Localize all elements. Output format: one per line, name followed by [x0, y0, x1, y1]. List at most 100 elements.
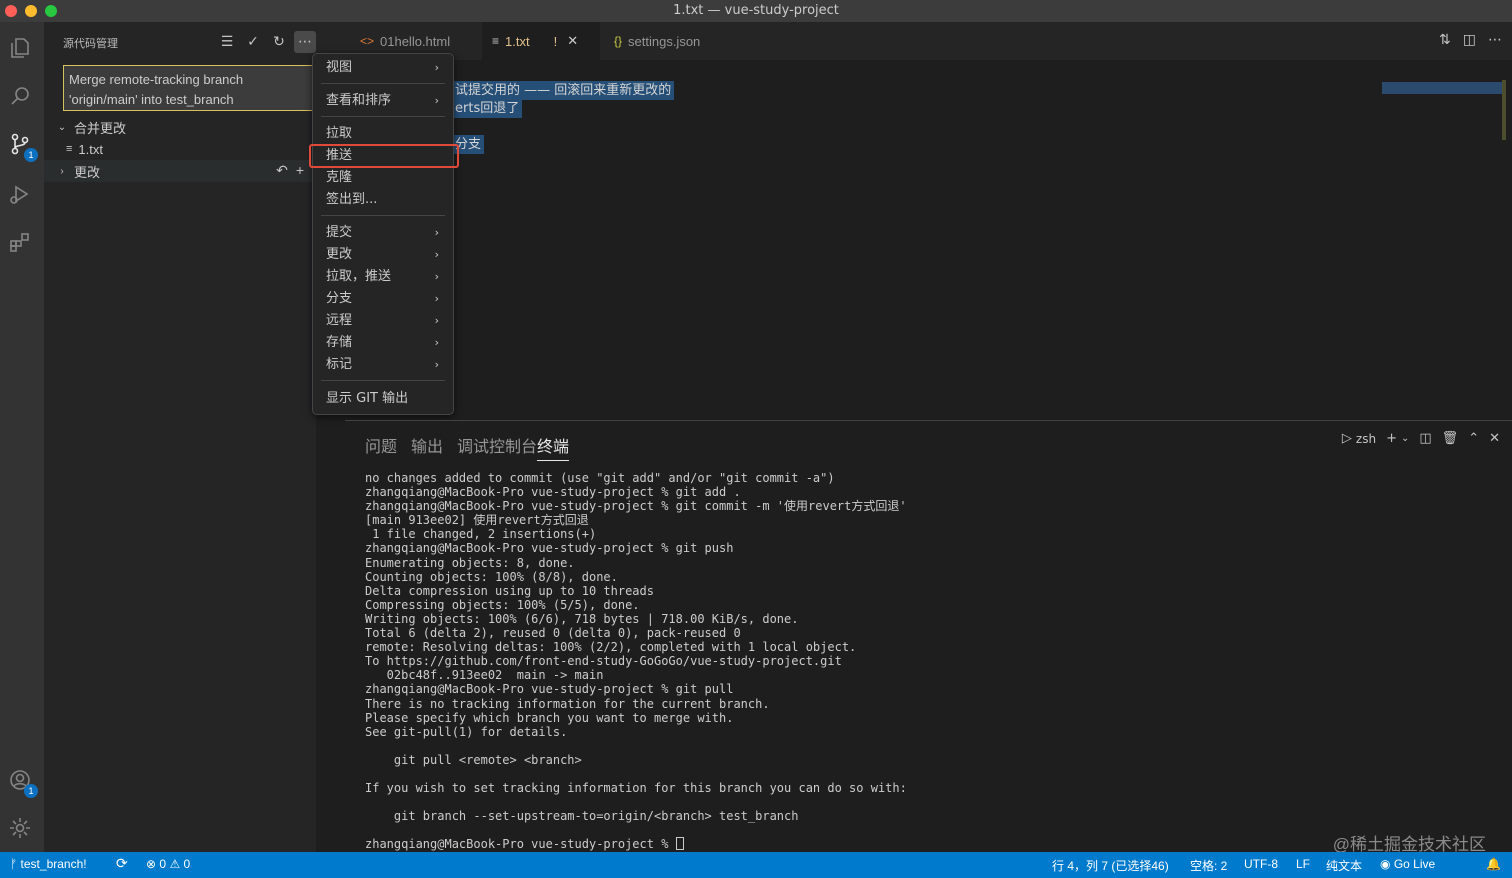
submenu-chevron-icon: › [434, 61, 439, 74]
menu-item-label: 查看和排序 [326, 93, 392, 108]
discard-changes-icon[interactable]: ↶ [276, 162, 288, 179]
new-terminal-icon[interactable]: + [1386, 431, 1397, 446]
tab-1-txt[interactable]: ≡ 1.txt ! ✕ [482, 22, 600, 60]
menu-item-branch[interactable]: 分支 › [313, 288, 453, 310]
terminal-line: Please specify which branch you want to … [365, 710, 734, 725]
changes-label: 更改 [74, 164, 101, 180]
minimap[interactable] [1382, 82, 1502, 94]
account-badge: 1 [24, 784, 38, 798]
encoding[interactable]: UTF-8 [1244, 857, 1278, 871]
terminal-line: 02bc48f..913ee02 main -> main [365, 668, 604, 683]
sync-icon[interactable]: ⟳ [116, 855, 128, 872]
menu-item-checkout[interactable]: 签出到... [313, 189, 453, 211]
menu-separator [321, 380, 445, 381]
settings-gear-icon[interactable] [6, 814, 34, 842]
terminal-line: remote: Resolving deltas: 100% (2/2), co… [365, 640, 857, 655]
broadcast-icon: ◉ [1380, 857, 1391, 871]
menu-item-show-git-output[interactable]: 显示 GIT 输出 [313, 388, 453, 410]
close-panel-icon[interactable]: ✕ [1489, 431, 1500, 446]
menu-item-label: 远程 [326, 313, 353, 328]
more-actions-icon[interactable]: ⋯ [1488, 32, 1502, 48]
account-icon[interactable]: 1 [6, 766, 38, 798]
merge-changes-label: 合并更改 [74, 120, 127, 136]
commit-message-input[interactable]: Merge remote-tracking branch 'origin/mai… [63, 65, 316, 111]
editor-area[interactable]: 试提交用的 —— 回滚回来重新更改的 erts回退了 分支 [316, 60, 1512, 420]
menu-item-view[interactable]: 视图 › [313, 57, 453, 79]
changes-actions: ↶ + [276, 162, 304, 179]
submenu-chevron-icon: › [434, 94, 439, 107]
tab-modified-indicator: ! [553, 33, 558, 49]
tab-problems[interactable]: 问题 [365, 433, 397, 457]
menu-item-push[interactable]: 推送 [309, 144, 459, 168]
open-changes-icon[interactable]: ⇅ [1439, 32, 1451, 48]
menu-item-changes[interactable]: 更改 › [313, 244, 453, 266]
menu-item-remote[interactable]: 远程 › [313, 310, 453, 332]
panel-actions: ▷ zsh + ⌄ ◫ 🗑 ⌃ ✕ [1342, 431, 1500, 446]
indentation[interactable]: 空格: 2 [1190, 857, 1227, 874]
menu-item-label: 显示 GIT 输出 [326, 391, 409, 406]
line-ending[interactable]: LF [1296, 857, 1310, 871]
menu-item-pull[interactable]: 拉取 [313, 123, 453, 145]
html-icon: <> [360, 34, 375, 48]
stage-all-icon[interactable]: + [296, 162, 304, 179]
search-icon[interactable] [6, 82, 34, 110]
close-icon[interactable]: ✕ [567, 33, 578, 49]
menu-item-label: 标记 [326, 357, 353, 372]
terminal-line: Enumerating objects: 8, done. [365, 555, 575, 570]
more-actions-icon[interactable]: ⋯ [294, 31, 316, 53]
tab-debug-console[interactable]: 调试控制台 [457, 433, 537, 457]
language-mode[interactable]: 纯文本 [1326, 857, 1362, 874]
chevron-down-icon[interactable]: ⌄ [1401, 433, 1409, 444]
menu-item-tags[interactable]: 标记 › [313, 354, 453, 376]
error-icon: ⊗ [146, 857, 157, 871]
title-bar: 1.txt — vue-study-project [0, 0, 1512, 22]
commit-check-icon[interactable]: ✓ [242, 31, 264, 53]
scrollbar[interactable] [1502, 80, 1506, 140]
menu-item-stash[interactable]: 存储 › [313, 332, 453, 354]
go-live-button[interactable]: ◉ Go Live [1380, 857, 1435, 871]
terminal-line: Compressing objects: 100% (5/5), done. [365, 597, 640, 612]
refresh-icon[interactable]: ↻ [268, 31, 290, 53]
activity-bar: 1 1 [0, 22, 44, 852]
menu-item-view-sort[interactable]: 查看和排序 › [313, 90, 453, 112]
sidebar-title: 源代码管理 [63, 37, 118, 50]
split-editor-icon[interactable]: ◫ [1463, 32, 1476, 48]
shell-name[interactable]: zsh [1356, 432, 1376, 446]
merge-changes-group[interactable]: ⌄ 合并更改 [44, 116, 316, 138]
split-terminal-icon[interactable]: ◫ [1419, 431, 1431, 446]
run-debug-icon[interactable] [6, 180, 34, 208]
chevron-down-icon: ⌄ [57, 121, 67, 133]
tab-label: settings.json [628, 33, 701, 49]
terminal-output[interactable]: no changes added to commit (use "git add… [365, 471, 907, 852]
menu-item-label: 分支 [326, 291, 353, 306]
maximize-panel-icon[interactable]: ⌃ [1468, 431, 1479, 446]
menu-item-commit[interactable]: 提交 › [313, 222, 453, 244]
problems-status[interactable]: ⊗ 0 ⚠ 0 [146, 857, 190, 871]
tab-settings-json[interactable]: {} settings.json [604, 22, 738, 60]
menu-item-pull-push[interactable]: 拉取，推送 › [313, 266, 453, 288]
notifications-bell-icon[interactable]: 🔔 [1486, 857, 1501, 871]
merge-file-item[interactable]: ≡ 1.txt [44, 138, 316, 160]
editor-line-2: erts回退了 [452, 99, 523, 118]
submenu-chevron-icon: › [434, 358, 439, 371]
submenu-chevron-icon: › [434, 226, 439, 239]
terminal-line: git pull <remote> <branch> [365, 752, 582, 767]
tab-terminal[interactable]: 终端 [537, 433, 570, 461]
explorer-icon[interactable] [6, 34, 34, 62]
terminal-line: git branch --set-upstream-to=origin/<bra… [365, 809, 799, 824]
view-as-list-icon[interactable]: ☰ [216, 31, 238, 53]
tab-output[interactable]: 输出 [411, 433, 443, 457]
sidebar-header: 源代码管理 ☰ ✓ ↻ ⋯ [44, 22, 316, 62]
extensions-icon[interactable] [6, 228, 34, 256]
trash-icon[interactable]: 🗑 [1442, 431, 1459, 446]
menu-item-label: 更改 [326, 247, 353, 262]
changes-group[interactable]: › 更改 ↶ + [44, 160, 316, 182]
branch-status[interactable]: ᚠ test_branch! [10, 857, 87, 871]
cursor-position[interactable]: 行 4，列 7 (已选择46) [1052, 857, 1169, 874]
menu-item-clone[interactable]: 克隆 [313, 167, 453, 189]
source-control-icon[interactable]: 1 [6, 130, 38, 162]
bottom-panel: 问题 输出 调试控制台 终端 ▷ zsh + ⌄ ◫ 🗑 ⌃ ✕ no chan… [345, 420, 1512, 852]
terminal-line: To https://github.com/front-end-study-Go… [365, 654, 842, 669]
